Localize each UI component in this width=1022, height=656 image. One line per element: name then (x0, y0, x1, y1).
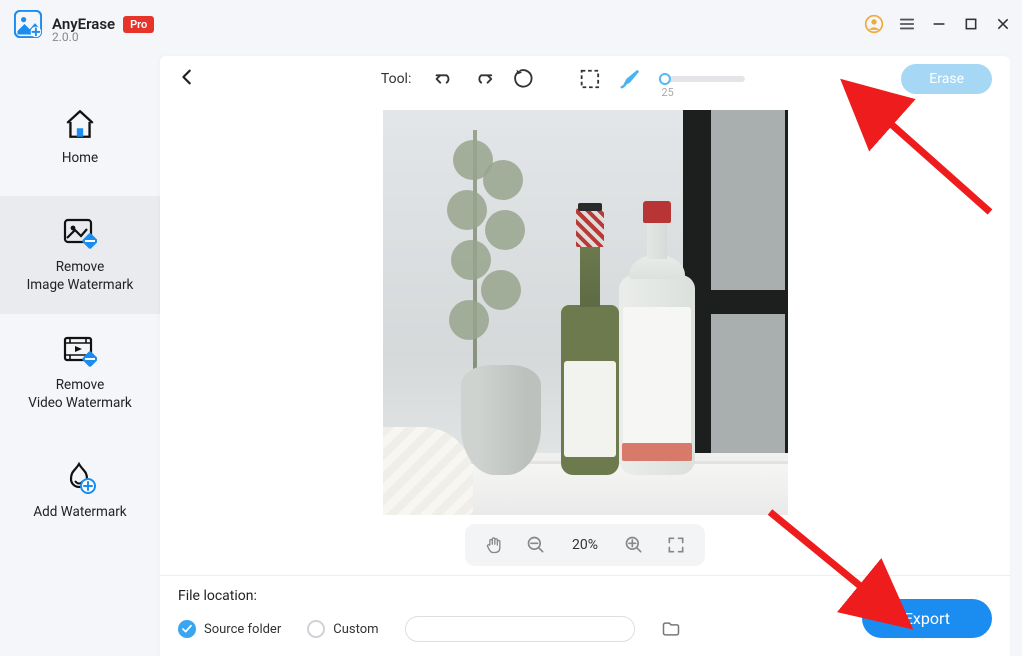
profile-icon[interactable] (864, 14, 884, 34)
zoom-in-icon[interactable] (623, 534, 645, 556)
footer: File location: Source folder Custom (160, 575, 1010, 656)
browse-folder-icon[interactable] (661, 619, 681, 639)
minimize-icon[interactable] (930, 15, 948, 33)
workspace-image[interactable] (383, 110, 788, 515)
remove-video-watermark-icon (63, 334, 97, 368)
close-icon[interactable] (994, 15, 1012, 33)
sidebar-item-add-watermark[interactable]: Add Watermark (0, 432, 160, 550)
zoom-out-icon[interactable] (525, 534, 547, 556)
undo-icon[interactable] (433, 68, 455, 90)
sidebar-item-label: Home (54, 149, 106, 167)
sidebar-item-remove-image-watermark[interactable]: RemoveImage Watermark (0, 196, 160, 314)
radio-source-folder[interactable]: Source folder (178, 620, 281, 638)
zoom-percent: 20% (567, 537, 603, 553)
erase-button[interactable]: Erase (901, 64, 992, 94)
export-button[interactable]: Export (862, 599, 992, 638)
brush-tool-icon[interactable] (619, 68, 641, 90)
back-button[interactable] (178, 67, 196, 91)
sidebar-item-label: RemoveVideo Watermark (20, 376, 140, 412)
pro-badge: Pro (123, 16, 154, 33)
remove-image-watermark-icon (63, 216, 97, 250)
export-button-label: Export (904, 609, 950, 628)
pan-hand-icon[interactable] (483, 534, 505, 556)
sidebar: Home RemoveImage Watermark RemoveVideo W… (0, 48, 160, 656)
zoom-bar: 20% (465, 524, 705, 566)
menu-icon[interactable] (898, 15, 916, 33)
titlebar: AnyErase Pro 2.0.0 (0, 0, 1022, 48)
brush-size-slider[interactable]: 25 (659, 76, 745, 82)
radio-unchecked-icon (307, 620, 325, 638)
tool-label: Tool: (381, 71, 411, 87)
brush-size-value: 25 (661, 86, 673, 99)
toolbar: Tool: (160, 56, 1010, 102)
reset-icon[interactable] (513, 68, 535, 90)
fullscreen-icon[interactable] (665, 534, 687, 556)
home-icon (63, 107, 97, 141)
marquee-select-icon[interactable] (579, 68, 601, 90)
app-version: 2.0.0 (52, 30, 79, 44)
canvas-area[interactable] (160, 102, 1010, 575)
radio-checked-icon (178, 620, 196, 638)
custom-path-input[interactable] (405, 616, 635, 642)
radio-source-label: Source folder (204, 622, 281, 637)
sidebar-item-label: RemoveImage Watermark (19, 258, 142, 294)
sidebar-item-label: Add Watermark (25, 503, 134, 521)
app-logo-icon (14, 10, 42, 38)
maximize-icon[interactable] (962, 15, 980, 33)
radio-custom-label: Custom (333, 622, 378, 637)
sidebar-item-remove-video-watermark[interactable]: RemoveVideo Watermark (0, 314, 160, 432)
add-watermark-icon (63, 461, 97, 495)
erase-button-label: Erase (929, 71, 964, 87)
sidebar-item-home[interactable]: Home (0, 78, 160, 196)
redo-icon[interactable] (473, 68, 495, 90)
main-panel: Tool: (160, 56, 1010, 656)
radio-custom[interactable]: Custom (307, 620, 378, 638)
